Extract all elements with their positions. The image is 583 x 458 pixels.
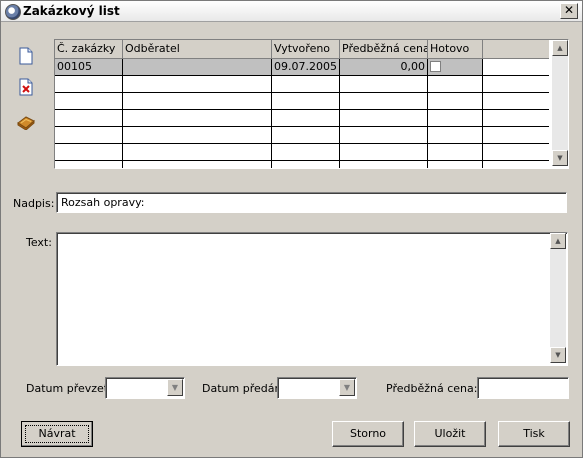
scroll-down-arrow-icon[interactable]: ▼ bbox=[552, 150, 568, 166]
cell-empty[interactable] bbox=[428, 127, 483, 143]
cell-empty[interactable] bbox=[272, 110, 340, 126]
nadpis-input[interactable]: Rozsah opravy: bbox=[56, 192, 567, 213]
chevron-down-icon[interactable]: ▼ bbox=[167, 379, 183, 396]
cell-cena[interactable]: 0,00 bbox=[340, 59, 428, 75]
navrat-button[interactable]: Návrat bbox=[21, 421, 93, 447]
cell-odberatel[interactable] bbox=[123, 59, 272, 75]
text-area[interactable]: ▲ ▼ bbox=[56, 232, 568, 366]
cell-empty[interactable] bbox=[272, 144, 340, 160]
table-row[interactable] bbox=[55, 144, 549, 161]
table-row[interactable] bbox=[55, 161, 549, 168]
delete-document-icon[interactable] bbox=[17, 78, 35, 96]
cell-vytvoreno[interactable]: 09.07.2005 bbox=[272, 59, 340, 75]
hotovo-checkbox[interactable] bbox=[430, 61, 441, 72]
cell-empty[interactable] bbox=[272, 161, 340, 168]
cell-empty[interactable] bbox=[340, 127, 428, 143]
cell-empty[interactable] bbox=[272, 76, 340, 92]
cell-empty[interactable] bbox=[55, 127, 123, 143]
close-button[interactable]: ✕ bbox=[560, 3, 578, 19]
scroll-down-arrow-icon[interactable]: ▼ bbox=[550, 347, 566, 363]
cell-empty[interactable] bbox=[340, 93, 428, 109]
cell-empty[interactable] bbox=[55, 144, 123, 160]
text-scrollbar[interactable]: ▲ ▼ bbox=[550, 233, 566, 363]
cell-empty[interactable] bbox=[428, 144, 483, 160]
cell-empty[interactable] bbox=[55, 161, 123, 168]
table-row[interactable]: 00105 09.07.2005 0,00 bbox=[55, 59, 549, 76]
scroll-up-arrow-icon[interactable]: ▲ bbox=[552, 40, 568, 56]
cell-empty[interactable] bbox=[123, 110, 272, 126]
tisk-button[interactable]: Tisk bbox=[498, 421, 570, 447]
storno-button[interactable]: Storno bbox=[332, 421, 404, 447]
text-label: Text: bbox=[26, 236, 52, 249]
column-header-cena[interactable]: Předběžná cena bbox=[340, 40, 428, 58]
cell-empty[interactable] bbox=[55, 76, 123, 92]
chevron-down-icon[interactable]: ▼ bbox=[339, 379, 355, 396]
cell-cislo[interactable]: 00105 bbox=[55, 59, 123, 75]
cell-empty[interactable] bbox=[340, 76, 428, 92]
table-row[interactable] bbox=[55, 110, 549, 127]
cell-empty[interactable] bbox=[340, 110, 428, 126]
datum-predani-label: Datum předání: bbox=[202, 382, 289, 395]
grid-scrollbar[interactable]: ▲ ▼ bbox=[552, 40, 568, 166]
orders-grid[interactable]: Č. zakázky Odběratel Vytvořeno Předběžná… bbox=[54, 39, 569, 169]
ulozit-button[interactable]: Uložit bbox=[414, 421, 486, 447]
cell-empty bbox=[483, 59, 549, 75]
grid-header: Č. zakázky Odběratel Vytvořeno Předběžná… bbox=[55, 40, 549, 59]
cell-empty[interactable] bbox=[272, 127, 340, 143]
column-header-cislo[interactable]: Č. zakázky bbox=[55, 40, 123, 58]
datum-predani-combo[interactable]: ▼ bbox=[277, 377, 357, 399]
nadpis-value: Rozsah opravy: bbox=[61, 196, 145, 209]
cell-empty[interactable] bbox=[428, 161, 483, 168]
title-bar: Zakázkový list ✕ bbox=[1, 1, 582, 22]
table-row[interactable] bbox=[55, 127, 549, 144]
predbezna-cena-label: Předběžná cena: bbox=[386, 382, 478, 395]
window-title: Zakázkový list bbox=[23, 4, 120, 18]
table-row[interactable] bbox=[55, 76, 549, 93]
cell-empty[interactable] bbox=[123, 144, 272, 160]
column-header-vytvoreno[interactable]: Vytvořeno bbox=[272, 40, 340, 58]
cell-empty[interactable] bbox=[55, 93, 123, 109]
book-icon[interactable] bbox=[17, 112, 35, 131]
column-header-empty bbox=[483, 40, 549, 58]
cell-empty[interactable] bbox=[428, 110, 483, 126]
cell-empty[interactable] bbox=[123, 93, 272, 109]
cell-empty[interactable] bbox=[123, 161, 272, 168]
nadpis-label: Nadpis: bbox=[13, 197, 55, 210]
cell-empty[interactable] bbox=[272, 93, 340, 109]
datum-prevzeti-combo[interactable]: ▼ bbox=[105, 377, 185, 399]
new-document-icon[interactable] bbox=[17, 47, 35, 65]
table-row[interactable] bbox=[55, 93, 549, 110]
window: Zakázkový list ✕ Č. zakázky Odběratel Vy… bbox=[0, 0, 583, 458]
cell-empty[interactable] bbox=[123, 127, 272, 143]
focus-rect bbox=[25, 425, 89, 443]
datum-prevzeti-label: Datum převzetí: bbox=[26, 382, 115, 395]
cell-empty[interactable] bbox=[428, 93, 483, 109]
cell-empty[interactable] bbox=[340, 144, 428, 160]
cell-empty[interactable] bbox=[428, 76, 483, 92]
cell-empty[interactable] bbox=[340, 161, 428, 168]
cell-empty[interactable] bbox=[123, 76, 272, 92]
scroll-up-arrow-icon[interactable]: ▲ bbox=[550, 233, 566, 249]
cell-empty[interactable] bbox=[55, 110, 123, 126]
column-header-odberatel[interactable]: Odběratel bbox=[123, 40, 272, 58]
app-icon bbox=[5, 4, 21, 20]
column-header-hotovo[interactable]: Hotovo bbox=[428, 40, 483, 58]
cell-hotovo[interactable] bbox=[428, 59, 483, 75]
predbezna-cena-input[interactable] bbox=[477, 377, 569, 399]
